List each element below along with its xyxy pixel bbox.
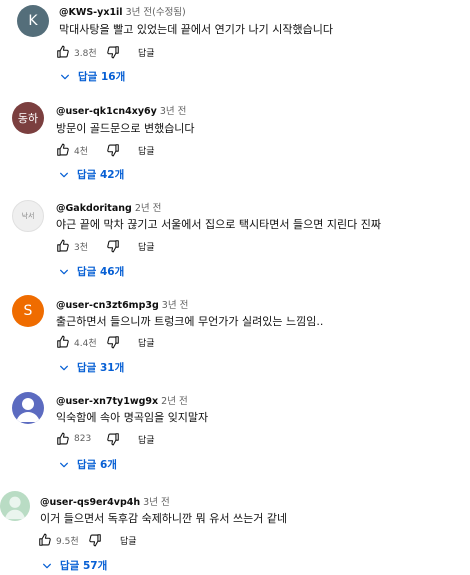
thumbs-down-icon[interactable]: [106, 239, 120, 253]
comment-actions: 3.8천 답글: [56, 44, 155, 60]
thumbs-up-icon[interactable]: [56, 45, 70, 59]
comment-time[interactable]: 2년 전: [161, 396, 188, 407]
comment-text: 익숙함에 속아 명곡임을 잊지말자: [56, 411, 209, 424]
thumbs-down-icon[interactable]: [88, 533, 102, 547]
reply-button[interactable]: 답글: [138, 46, 155, 59]
chevron-down-icon: [42, 561, 52, 571]
thumbs-up-icon[interactable]: [56, 239, 70, 253]
view-replies-button[interactable]: 답글 31개: [59, 360, 124, 375]
chevron-down-icon: [59, 170, 69, 180]
view-replies-button[interactable]: 답글 46개: [59, 264, 124, 279]
like-count: 823: [74, 434, 92, 444]
thumbs-down-icon[interactable]: [106, 45, 120, 59]
like-count: 3천: [74, 242, 89, 253]
avatar[interactable]: [12, 392, 44, 424]
comment-author[interactable]: @user-qs9er4vp4h: [40, 497, 140, 508]
thumbs-up-icon[interactable]: [38, 533, 52, 547]
like-count: 9.5천: [56, 536, 79, 547]
comment-text: 야근 끝에 막차 끊기고 서울에서 집으로 택시타면서 들으면 지린다 진짜: [56, 218, 381, 231]
avatar[interactable]: [0, 491, 30, 521]
chevron-down-icon: [59, 363, 69, 373]
comment-time[interactable]: 3년 전: [162, 300, 189, 311]
avatar-initial: S: [23, 303, 33, 319]
comment-actions: 9.5천 답글: [38, 532, 137, 548]
avatar[interactable]: 낙서: [12, 200, 44, 232]
view-replies-button[interactable]: 답글 6개: [59, 457, 117, 472]
avatar[interactable]: 동하: [12, 102, 44, 134]
user-silhouette-icon: [4, 496, 26, 520]
comment-author[interactable]: @Gakdoritang: [56, 203, 132, 214]
comment-text: 방문이 골드문으로 변했습니다: [56, 122, 195, 135]
comment-text: 이거 들으면서 독후감 숙제하니깐 뭐 유서 쓰는거 같네: [40, 512, 288, 525]
comment-author[interactable]: @user-cn3zt6mp3g: [56, 300, 159, 311]
replies-label: 답글 57개: [60, 560, 108, 572]
thumbs-up-icon[interactable]: [56, 143, 70, 157]
comment-text: 막대사탕을 빨고 있었는데 끝에서 연기가 나기 시작했습니다: [59, 23, 333, 36]
avatar-initial: 낙서: [21, 212, 35, 220]
comment-author[interactable]: @user-qk1cn4xy6y: [56, 106, 157, 117]
comment-header: @user-qs9er4vp4h 3년 전: [40, 494, 170, 508]
reply-button[interactable]: 답글: [138, 144, 155, 157]
comment-text: 출근하면서 들으니까 트렁크에 무언가가 실려있는 느낌임..: [56, 315, 324, 328]
reply-button[interactable]: 답글: [138, 433, 155, 446]
comment-header: @KWS-yx1il 3년 전(수정됨): [59, 4, 186, 18]
reply-button[interactable]: 답글: [138, 336, 155, 349]
replies-label: 답글 16개: [78, 71, 126, 83]
reply-button[interactable]: 답글: [138, 240, 155, 253]
thumbs-down-icon[interactable]: [106, 143, 120, 157]
comment-time[interactable]: 3년 전(수정됨): [126, 7, 186, 18]
avatar[interactable]: K: [17, 5, 49, 37]
comment-time[interactable]: 2년 전: [135, 203, 162, 214]
user-silhouette-icon: [16, 398, 40, 422]
comment-header: @user-xn7ty1wg9x 2년 전: [56, 393, 188, 407]
comment-time[interactable]: 3년 전: [143, 497, 170, 508]
replies-label: 답글 46개: [77, 266, 125, 278]
replies-label: 답글 31개: [77, 362, 125, 374]
view-replies-button[interactable]: 답글 57개: [42, 558, 107, 573]
comment-author[interactable]: @KWS-yx1il: [59, 7, 123, 18]
comment-actions: 4천 답글: [56, 142, 155, 158]
thumbs-down-icon[interactable]: [106, 335, 120, 349]
thumbs-up-icon[interactable]: [56, 335, 70, 349]
comment-header: @Gakdoritang 2년 전: [56, 200, 161, 214]
chevron-down-icon: [59, 267, 69, 277]
view-replies-button[interactable]: 답글 16개: [60, 69, 125, 84]
avatar-initial: K: [28, 13, 38, 29]
avatar[interactable]: S: [12, 295, 44, 327]
comment-actions: 4.4천 답글: [56, 334, 155, 350]
view-replies-button[interactable]: 답글 42개: [59, 167, 124, 182]
avatar-initial: 동하: [17, 112, 39, 125]
comment-time[interactable]: 3년 전: [160, 106, 187, 117]
like-count: 4천: [74, 146, 89, 157]
thumbs-down-icon[interactable]: [106, 432, 120, 446]
like-count: 3.8천: [74, 48, 97, 59]
comment-author[interactable]: @user-xn7ty1wg9x: [56, 396, 158, 407]
chevron-down-icon: [59, 460, 69, 470]
replies-label: 답글 42개: [77, 169, 125, 181]
reply-button[interactable]: 답글: [120, 534, 137, 547]
comment-header: @user-cn3zt6mp3g 3년 전: [56, 297, 188, 311]
like-count: 4.4천: [74, 338, 97, 349]
comment-header: @user-qk1cn4xy6y 3년 전: [56, 103, 186, 117]
thumbs-up-icon[interactable]: [56, 432, 70, 446]
chevron-down-icon: [60, 72, 70, 82]
comment-actions: 823 답글: [56, 431, 155, 447]
replies-label: 답글 6개: [77, 459, 117, 471]
comment-actions: 3천 답글: [56, 238, 155, 254]
